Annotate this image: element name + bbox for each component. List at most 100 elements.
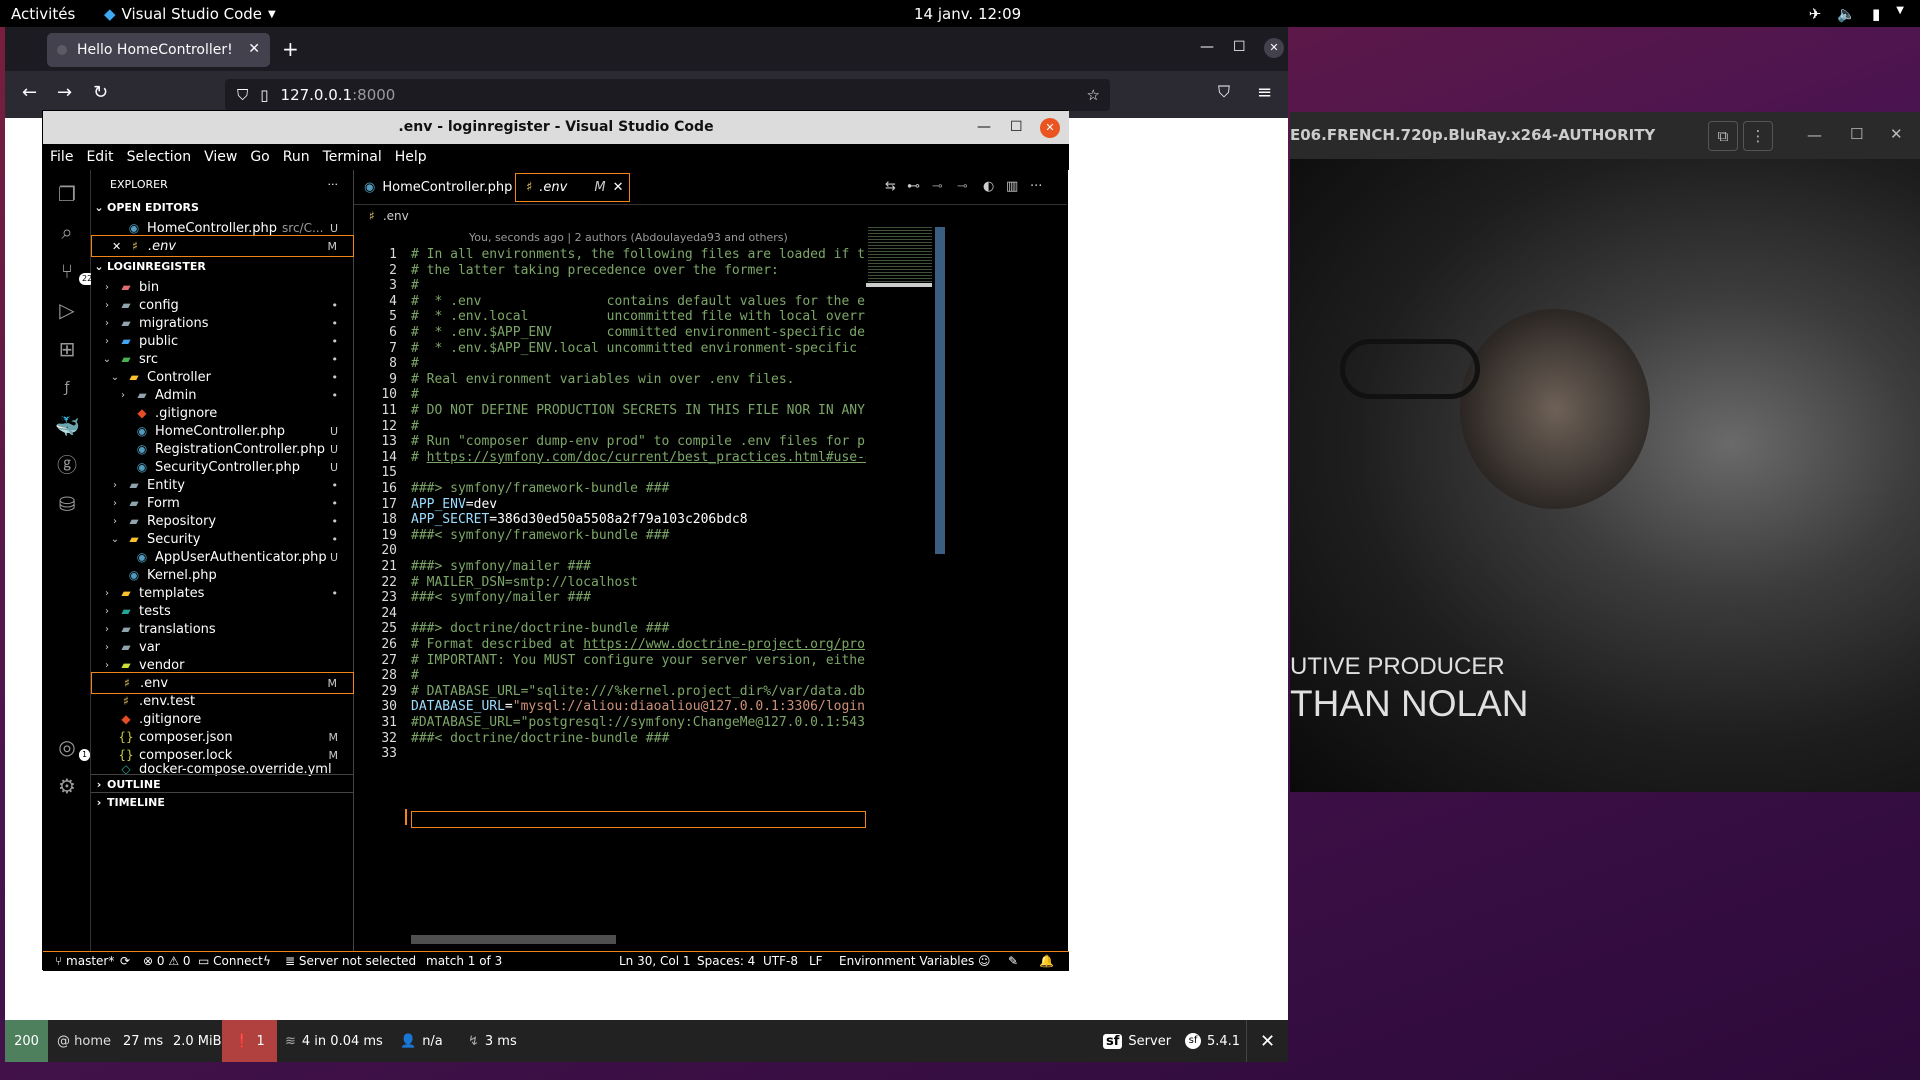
close-toolbar-icon[interactable]: ✕ xyxy=(1246,1020,1288,1062)
code-line[interactable]: # DATABASE_URL="sqlite:///%kernel.projec… xyxy=(411,684,866,699)
git-previous-icon[interactable]: ⊷ xyxy=(907,179,920,194)
menu-view[interactable]: View xyxy=(204,149,237,165)
minimize-icon[interactable]: — xyxy=(1807,126,1822,144)
more-actions-icon[interactable]: ··· xyxy=(1030,179,1042,194)
encoding[interactable]: UTF-8 xyxy=(763,954,798,968)
url-bar[interactable]: ⛉ ▯ 127.0.0.1 :8000 ☆ xyxy=(225,79,1110,111)
menu-run[interactable]: Run xyxy=(283,149,310,165)
more-actions-icon[interactable]: ··· xyxy=(328,178,339,191)
split-editor-icon[interactable]: ▥ xyxy=(1006,179,1018,194)
database-icon[interactable]: ⛁ xyxy=(55,492,79,516)
request-time[interactable]: 27 ms xyxy=(123,1020,163,1062)
server-panel[interactable]: sf Server xyxy=(1103,1020,1171,1062)
code-line[interactable]: # * .env.$APP_ENV.local uncommitted envi… xyxy=(411,341,866,356)
code-line[interactable]: # xyxy=(411,278,866,293)
system-menu[interactable]: ✈ 🔈 ▮ ▼ xyxy=(1809,5,1904,23)
settings-gear-icon[interactable]: ⚙ xyxy=(55,774,79,798)
status-code[interactable]: 200 xyxy=(5,1020,48,1062)
code-line[interactable]: # xyxy=(411,387,866,402)
menu-selection[interactable]: Selection xyxy=(127,149,192,165)
close-icon[interactable]: ✕ xyxy=(613,180,624,195)
errors-panel[interactable]: ❗ 1 xyxy=(222,1020,277,1062)
forward-icon[interactable]: → xyxy=(57,82,72,103)
minimize-icon[interactable]: — xyxy=(977,111,991,144)
project-header[interactable]: ⌄ LOGINREGISTER xyxy=(91,256,354,276)
symfony-version[interactable]: sf 5.4.1 xyxy=(1185,1020,1240,1062)
menu-terminal[interactable]: Terminal xyxy=(323,149,382,165)
hamburger-menu-icon[interactable]: ≡ xyxy=(1257,82,1272,103)
code-editor[interactable]: You, seconds ago | 2 authors (Abdoulayed… xyxy=(354,227,1067,951)
connect-indicator[interactable]: ▭ Connect xyxy=(198,954,263,968)
ajax-panel[interactable]: ↯ 3 ms xyxy=(468,1020,517,1062)
reload-icon[interactable]: ↻ xyxy=(93,82,108,103)
notifications-icon[interactable]: 🔔 xyxy=(1039,954,1054,968)
close-icon[interactable]: ✕ xyxy=(112,240,122,253)
close-window-icon[interactable]: ✕ xyxy=(1890,125,1903,143)
user-panel[interactable]: 👤 n/a xyxy=(400,1020,443,1062)
language-mode[interactable]: Environment Variables xyxy=(839,954,974,968)
code-line[interactable]: # Real environment variables win over .e… xyxy=(411,372,866,387)
problems-indicator[interactable]: ⊗ 0 ⚠ 0 xyxy=(143,954,191,968)
menu-edit[interactable]: Edit xyxy=(86,149,113,165)
code-line[interactable]: APP_ENV=dev xyxy=(411,497,866,512)
breadcrumb-file[interactable]: .env xyxy=(383,209,409,223)
memory-usage[interactable]: 2.0 MiB xyxy=(173,1020,222,1062)
open-editor-item[interactable]: ✕ ♯ .env M xyxy=(91,235,354,257)
code-line[interactable]: ###< doctrine/doctrine-bundle ### xyxy=(411,731,866,746)
git-commit-icon[interactable]: ⊸ xyxy=(932,179,943,194)
open-changes-icon[interactable]: ⇆ xyxy=(885,179,896,194)
branch-indicator[interactable]: ⑂ master* xyxy=(55,954,114,968)
new-tab-button[interactable]: + xyxy=(282,37,299,61)
code-line[interactable]: # xyxy=(411,419,866,434)
line-ending[interactable]: LF xyxy=(809,954,823,968)
code-line[interactable]: # Run "composer dump-env prod" to compil… xyxy=(411,434,866,449)
feedback-icon[interactable]: ✎ xyxy=(1008,954,1018,968)
menu-dots-icon[interactable]: ⋮ xyxy=(1743,121,1773,151)
extensions-icon[interactable]: ⊞ xyxy=(55,337,79,361)
horizontal-scrollbar[interactable] xyxy=(411,935,616,944)
tab-env[interactable]: ♯ .env M ✕ xyxy=(515,173,630,202)
symfony-icon[interactable]: ƒ xyxy=(55,376,79,400)
code-line[interactable]: # In all environments, the following fil… xyxy=(411,247,866,262)
code-line[interactable]: ###< symfony/mailer ### xyxy=(411,590,866,605)
outline-header[interactable]: › OUTLINE xyxy=(91,774,354,794)
route-name[interactable]: @ home xyxy=(57,1020,111,1062)
maximize-icon[interactable]: ☐ xyxy=(1010,111,1023,144)
pip-icon[interactable]: ⧉ xyxy=(1708,121,1738,151)
code-line[interactable]: # * .env.$APP_ENV committed environment-… xyxy=(411,325,866,340)
minimize-icon[interactable]: — xyxy=(1200,39,1214,55)
code-line[interactable]: # xyxy=(411,356,866,371)
git-blame-codelens[interactable]: You, seconds ago | 2 authors (Abdoulayed… xyxy=(469,231,788,244)
match-indicator[interactable]: match 1 of 3 xyxy=(426,954,502,968)
cursor-position[interactable]: Ln 30, Col 1 xyxy=(619,954,691,968)
sync-icon[interactable]: ⟳ xyxy=(120,954,130,968)
code-line[interactable]: # DO NOT DEFINE PRODUCTION SECRETS IN TH… xyxy=(411,403,866,418)
code-line[interactable]: # * .env contains default values for the… xyxy=(411,294,866,309)
code-line[interactable]: ###< symfony/framework-bundle ### xyxy=(411,528,866,543)
cache-panel[interactable]: ≋ 4 in 0.04 ms xyxy=(285,1020,383,1062)
code-line[interactable]: DATABASE_URL="mysql://aliou:diaoaliou@12… xyxy=(411,699,866,714)
tab-homecontroller[interactable]: ◉ HomeController.php U xyxy=(354,170,529,205)
code-line[interactable]: # the latter taking precedence over the … xyxy=(411,263,866,278)
code-line[interactable]: ###> symfony/mailer ### xyxy=(411,559,866,574)
blame-toggle-icon[interactable]: ◐ xyxy=(983,179,994,194)
open-editors-header[interactable]: ⌄ OPEN EDITORS xyxy=(91,197,354,217)
menu-go[interactable]: Go xyxy=(250,149,269,165)
back-icon[interactable]: ← xyxy=(22,82,37,103)
code-line[interactable]: APP_SECRET=386d30ed50a5508a2f79a103c206b… xyxy=(411,512,866,527)
clock[interactable]: 14 janv. 12:09 xyxy=(914,5,1021,23)
code-line[interactable]: # IMPORTANT: You MUST configure your ser… xyxy=(411,653,866,668)
minimap[interactable] xyxy=(866,227,945,951)
source-control-icon[interactable]: ⑂ 22 xyxy=(55,259,96,285)
code-line[interactable]: # xyxy=(411,668,866,683)
code-line[interactable]: ###> doctrine/doctrine-bundle ### xyxy=(411,621,866,636)
accounts-icon[interactable]: ◎ 1 xyxy=(55,735,91,761)
run-debug-icon[interactable]: ▷ xyxy=(55,298,79,322)
timeline-header[interactable]: › TIMELINE xyxy=(91,792,354,812)
git-next-icon[interactable]: ⊸ xyxy=(957,179,968,194)
docker-icon[interactable]: 🐳 xyxy=(55,414,80,438)
close-tab-icon[interactable]: ✕ xyxy=(248,41,260,57)
menu-file[interactable]: File xyxy=(50,149,73,165)
server-indicator[interactable]: ≣ Server not selected xyxy=(285,954,416,968)
pocket-icon[interactable]: ⛉ xyxy=(1218,82,1230,102)
